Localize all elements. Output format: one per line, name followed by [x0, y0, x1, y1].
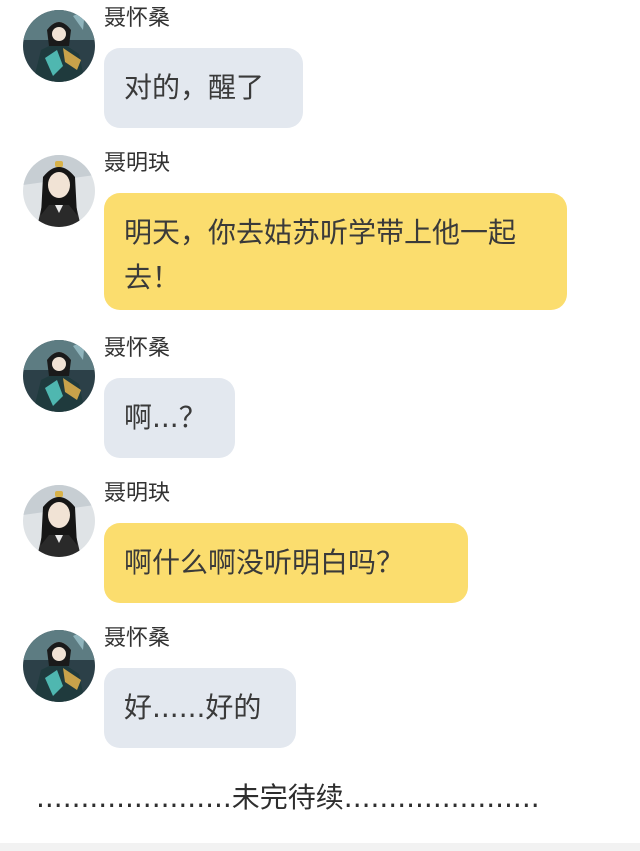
nie-mingjue-avatar-icon[interactable]	[23, 485, 95, 557]
sender-name: 聂明玦	[104, 151, 171, 176]
sender-name: 聂怀桑	[104, 6, 171, 31]
sender-name: 聂怀桑	[104, 336, 171, 361]
sender-name: 聂怀桑	[104, 626, 171, 651]
nie-mingjue-avatar-icon[interactable]	[23, 155, 95, 227]
bottom-divider	[0, 843, 640, 851]
nie-huaisang-avatar-icon[interactable]	[23, 630, 95, 702]
nie-huaisang-avatar-icon[interactable]	[23, 340, 95, 412]
to-be-continued-text: ......................未完待续..............…	[36, 781, 540, 814]
nie-huaisang-avatar-icon[interactable]	[23, 10, 95, 82]
message-bubble[interactable]: 啊...？	[104, 378, 235, 458]
message-bubble[interactable]: 啊什么啊没听明白吗？	[104, 523, 468, 603]
message-bubble[interactable]: 好......好的	[104, 668, 296, 748]
message-bubble[interactable]: 明天，你去姑苏听学带上他一起去！	[104, 193, 567, 310]
message-bubble[interactable]: 对的，醒了	[104, 48, 303, 128]
sender-name: 聂明玦	[104, 481, 171, 506]
